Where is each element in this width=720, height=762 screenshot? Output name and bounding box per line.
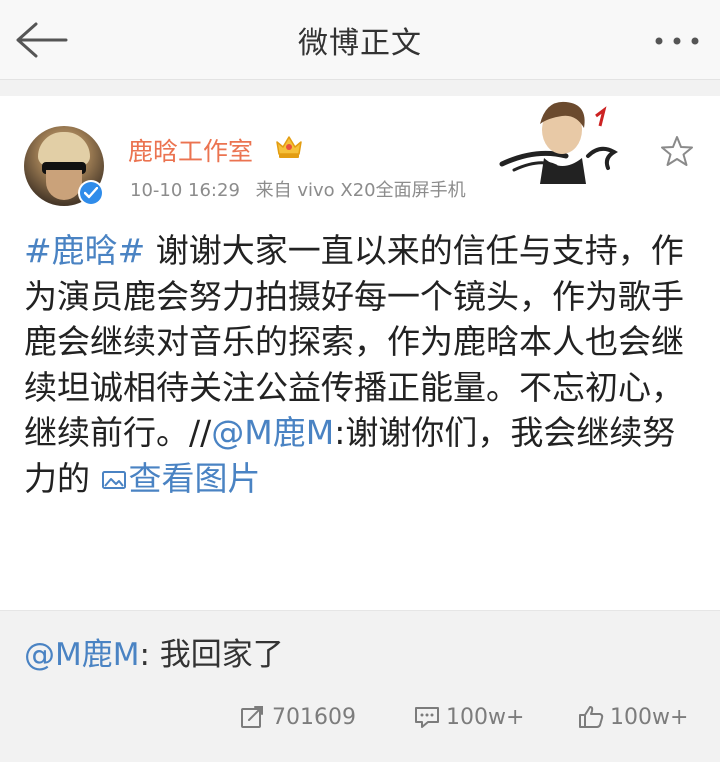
thumbs-up-icon [579,706,604,728]
like-count: 100w+ [610,704,689,730]
author-name[interactable]: 鹿晗工作室 [128,132,253,168]
repost-icon [241,706,263,728]
comment-count: 100w+ [446,704,525,730]
page-title: 微博正文 [298,26,422,61]
post-meta: 10-10 16:29 来自 vivo X20全面屏手机 [130,176,476,202]
section-gap [0,80,720,96]
top-nav-bar: 微博正文 [0,0,720,80]
like-button[interactable]: 100w+ [578,692,688,742]
repost-count: 701609 [272,704,356,730]
retweet-action-bar: 701609 100w+ 100w+ [0,692,720,742]
post-source: 来自 vivo X20全面屏手机 [255,180,466,201]
repost-button[interactable]: 701609 [240,692,356,742]
star-icon[interactable] [660,134,694,168]
post-body: #鹿晗# 谢谢大家一直以来的信任与支持，作为演员鹿会努力拍摄好每一个镜头，作为歌… [24,228,700,501]
verified-badge-icon [78,180,104,206]
avatar[interactable] [24,126,104,206]
more-dots-icon[interactable] [652,26,702,56]
hashtag-link[interactable]: #鹿晗# [24,231,145,270]
retweet-body: : 我回家了 [139,637,284,673]
image-icon [101,457,127,489]
mention-link[interactable]: @M鹿M [211,413,334,452]
deco-card-icon[interactable] [496,96,626,184]
weibo-post-card: 鹿晗工作室 10-10 16:29 来自 vivo X20全面屏手机 #鹿晗# … [0,96,720,610]
view-image-link[interactable]: 查看图片 [101,459,261,498]
view-image-label: 查看图片 [128,458,261,498]
retweet-text: @M鹿M: 我回家了 [24,629,284,674]
comment-icon [415,707,439,728]
post-timestamp: 10-10 16:29 [130,180,240,201]
comment-button[interactable]: 100w+ [414,692,524,742]
crown-member-icon[interactable] [274,132,304,160]
retweet-mention-link[interactable]: @M鹿M [24,637,140,673]
